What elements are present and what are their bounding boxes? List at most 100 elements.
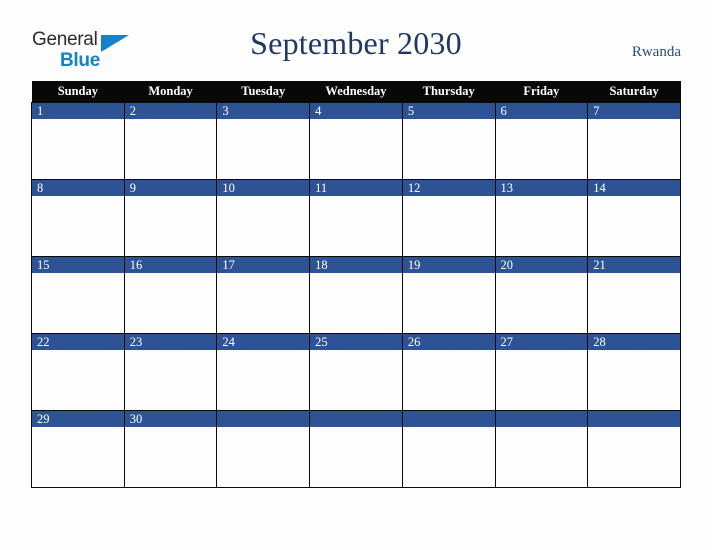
calendar-day-cell[interactable]: 14 <box>587 179 681 257</box>
day-number: 21 <box>588 257 680 273</box>
day-note-area[interactable] <box>217 119 309 177</box>
day-note-area[interactable] <box>496 350 588 408</box>
day-note-area[interactable] <box>32 273 124 331</box>
day-note-area[interactable] <box>403 196 495 254</box>
calendar-day-cell[interactable]: 30 <box>123 410 218 488</box>
day-number: 27 <box>495 334 588 350</box>
calendar-day-cell[interactable]: 20 <box>494 256 589 334</box>
day-note-area[interactable] <box>588 196 680 254</box>
calendar-day-cell[interactable]: 13 <box>494 179 589 257</box>
calendar-day-cell[interactable]: 6 <box>494 102 589 180</box>
calendar-day-cell[interactable]: 3 <box>216 102 311 180</box>
day-number: 1 <box>32 103 124 119</box>
calendar-day-cell[interactable]: 7 <box>587 102 681 180</box>
page-header: General Blue September 2030 Rwanda <box>0 0 712 78</box>
weekday-header-friday: Friday <box>495 81 588 103</box>
day-number: 5 <box>402 103 495 119</box>
calendar-day-cell[interactable]: 4 <box>309 102 403 180</box>
day-note-area[interactable] <box>32 350 124 408</box>
weekday-header-thursday: Thursday <box>402 81 496 103</box>
calendar-day-cell[interactable]: 12 <box>401 179 496 257</box>
calendar-day-cell-empty <box>401 410 496 488</box>
calendar-day-cell[interactable]: 15 <box>31 256 125 334</box>
calendar-day-cell[interactable]: 28 <box>587 333 681 411</box>
day-number: 10 <box>217 180 310 196</box>
calendar-day-cell[interactable]: 17 <box>216 256 311 334</box>
weekday-header-saturday: Saturday <box>587 81 681 103</box>
day-number-empty <box>217 411 310 427</box>
day-note-area <box>588 427 680 485</box>
day-note-area[interactable] <box>588 119 680 177</box>
day-note-area[interactable] <box>403 350 495 408</box>
calendar-day-cell[interactable]: 18 <box>309 256 403 334</box>
calendar-day-cell[interactable]: 27 <box>494 333 589 411</box>
day-note-area[interactable] <box>403 273 495 331</box>
calendar-day-cell[interactable]: 24 <box>216 333 311 411</box>
day-note-area[interactable] <box>125 350 217 408</box>
calendar-day-cell[interactable]: 2 <box>123 102 218 180</box>
calendar-day-cell-empty <box>216 410 311 488</box>
calendar-week-row: 29 30 <box>31 410 681 488</box>
day-note-area[interactable] <box>217 273 309 331</box>
calendar-day-cell[interactable]: 1 <box>31 102 125 180</box>
calendar-day-cell[interactable]: 10 <box>216 179 311 257</box>
day-number: 30 <box>124 411 217 427</box>
day-number: 25 <box>310 334 402 350</box>
calendar-day-cell[interactable]: 9 <box>123 179 218 257</box>
day-note-area[interactable] <box>588 273 680 331</box>
day-number: 7 <box>588 103 680 119</box>
day-number: 28 <box>588 334 680 350</box>
day-note-area[interactable] <box>32 427 124 485</box>
day-number: 11 <box>310 180 402 196</box>
day-number: 17 <box>217 257 310 273</box>
day-note-area[interactable] <box>496 119 588 177</box>
day-number: 14 <box>588 180 680 196</box>
calendar-day-cell[interactable]: 26 <box>401 333 496 411</box>
day-note-area[interactable] <box>403 119 495 177</box>
weekday-header-monday: Monday <box>124 81 217 103</box>
day-note-area[interactable] <box>310 119 402 177</box>
day-note-area[interactable] <box>496 196 588 254</box>
calendar-day-cell[interactable]: 5 <box>401 102 496 180</box>
calendar-day-cell[interactable]: 22 <box>31 333 125 411</box>
day-note-area[interactable] <box>496 273 588 331</box>
calendar-day-cell[interactable]: 23 <box>123 333 218 411</box>
day-number: 9 <box>124 180 217 196</box>
calendar-day-cell-empty <box>494 410 589 488</box>
day-note-area[interactable] <box>125 427 217 485</box>
calendar-day-cell[interactable]: 19 <box>401 256 496 334</box>
day-number: 16 <box>124 257 217 273</box>
calendar-day-cell[interactable]: 16 <box>123 256 218 334</box>
day-note-area[interactable] <box>125 273 217 331</box>
weekday-header-sunday: Sunday <box>31 81 125 103</box>
weekday-header-tuesday: Tuesday <box>216 81 310 103</box>
calendar-day-cell[interactable]: 21 <box>587 256 681 334</box>
weekday-header-row: Sunday Monday Tuesday Wednesday Thursday… <box>31 81 681 103</box>
day-note-area[interactable] <box>588 350 680 408</box>
calendar-week-row: 22 23 24 25 26 27 28 <box>31 333 681 411</box>
page-title: September 2030 <box>250 25 462 61</box>
day-number-empty <box>402 411 495 427</box>
day-note-area[interactable] <box>310 273 402 331</box>
day-note-area[interactable] <box>217 196 309 254</box>
day-number: 24 <box>217 334 310 350</box>
day-note-area[interactable] <box>32 196 124 254</box>
calendar-day-cell[interactable]: 29 <box>31 410 125 488</box>
day-number: 29 <box>32 411 124 427</box>
day-number: 20 <box>495 257 588 273</box>
day-number-empty <box>310 411 402 427</box>
day-note-area[interactable] <box>310 196 402 254</box>
day-number: 13 <box>495 180 588 196</box>
day-note-area[interactable] <box>310 350 402 408</box>
day-note-area[interactable] <box>32 119 124 177</box>
day-note-area[interactable] <box>125 119 217 177</box>
calendar-day-cell[interactable]: 11 <box>309 179 403 257</box>
calendar-day-cell[interactable]: 25 <box>309 333 403 411</box>
day-note-area[interactable] <box>217 350 309 408</box>
day-note-area[interactable] <box>125 196 217 254</box>
calendar-page: General Blue September 2030 Rwanda Sunda… <box>0 0 712 550</box>
day-number: 3 <box>217 103 310 119</box>
calendar-day-cell-empty <box>309 410 403 488</box>
calendar-day-cell[interactable]: 8 <box>31 179 125 257</box>
day-note-area <box>217 427 309 485</box>
